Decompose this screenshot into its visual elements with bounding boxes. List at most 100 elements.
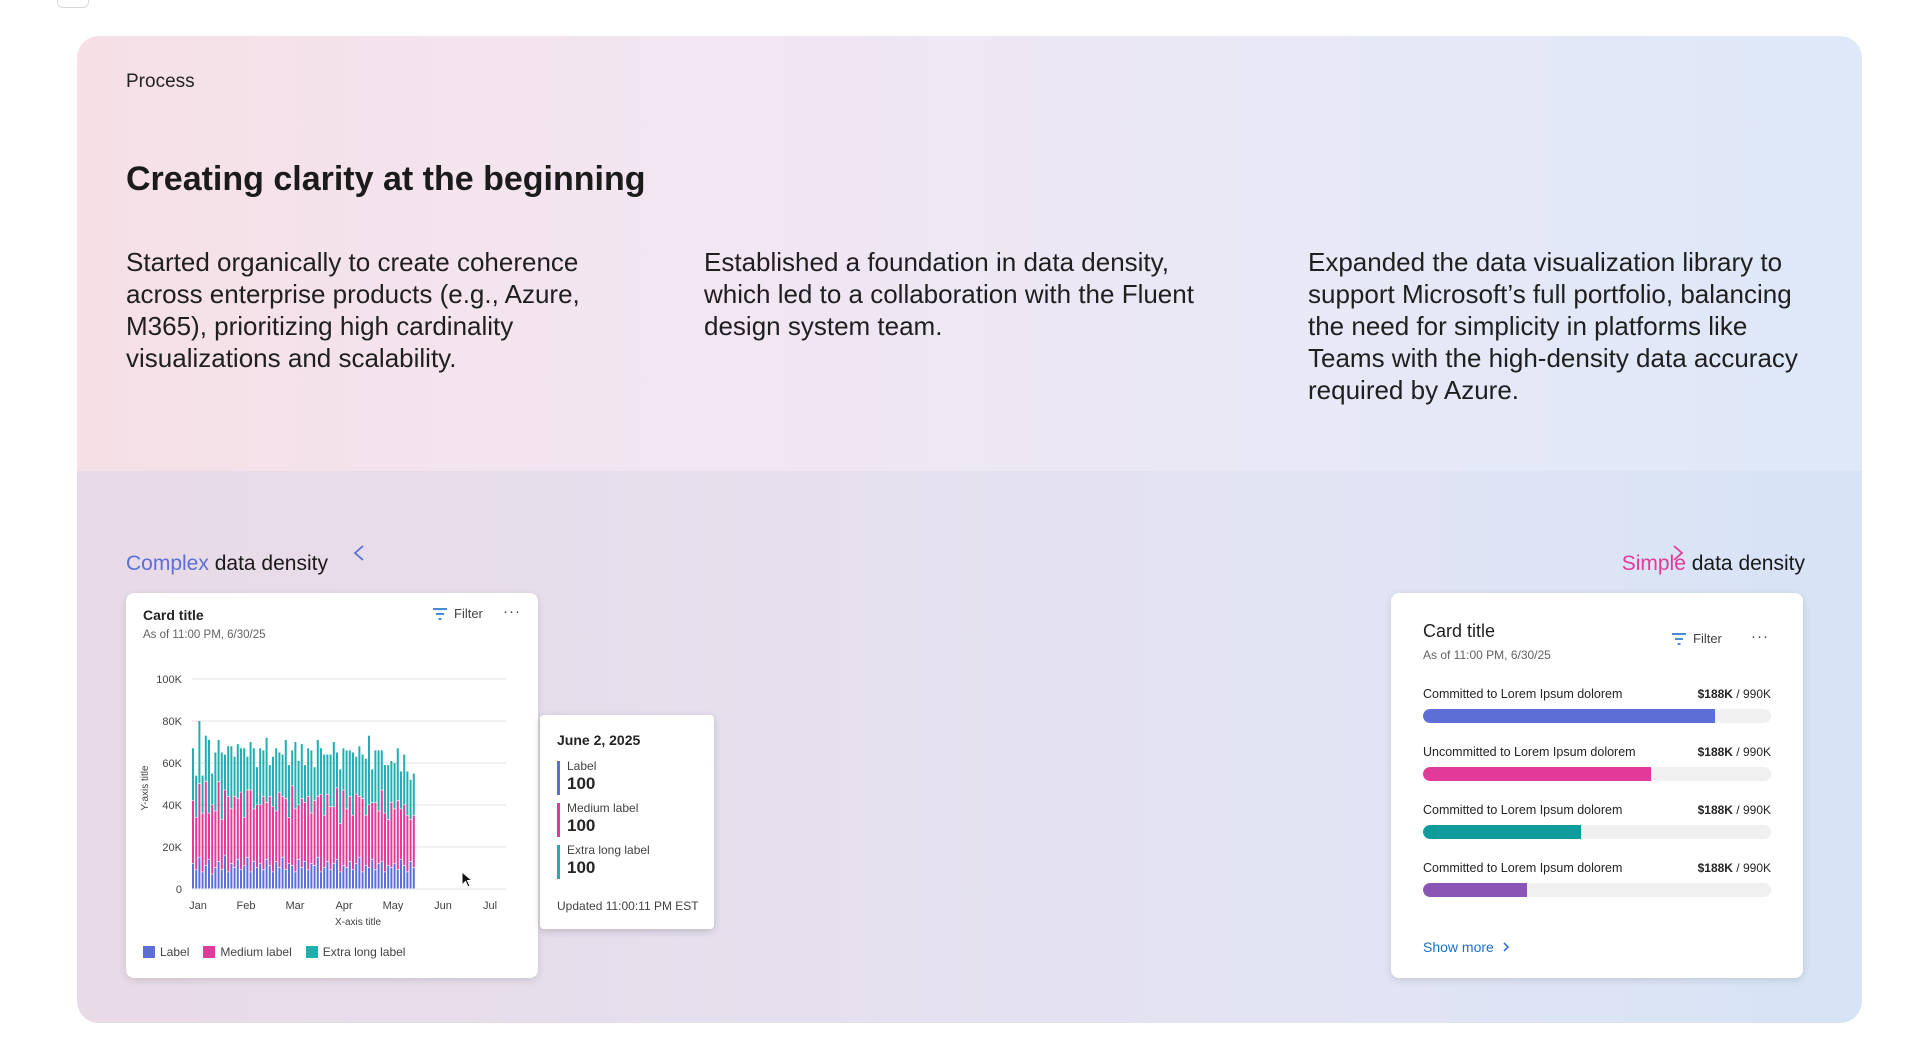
legend-item-medium-label[interactable]: Medium label: [203, 945, 292, 959]
filter-button[interactable]: Filter: [1671, 631, 1722, 646]
bar-segment-extra-long-label: [246, 756, 249, 790]
y-tick-label: 40K: [162, 800, 182, 812]
bar-segment-label: [361, 872, 364, 889]
bar-segment-extra-long-label: [291, 750, 294, 786]
bar-segment-extra-long-label: [208, 739, 210, 813]
show-more-link[interactable]: Show more: [1423, 939, 1510, 955]
bar-segment-label: [339, 872, 342, 889]
bar-segment-medium-label: [393, 809, 396, 864]
complex-keyword: Complex: [126, 552, 209, 575]
bar-segment-label: [326, 861, 329, 889]
legend-item-label[interactable]: Label: [143, 945, 189, 959]
bar-segment-medium-label: [265, 802, 268, 859]
bar-segment-label: [201, 872, 204, 889]
bar-segment-label: [262, 870, 265, 889]
bar-segment-label: [409, 861, 412, 889]
bar-segment-medium-label: [243, 817, 246, 866]
headline: Creating clarity at the beginning: [126, 160, 646, 198]
bar-segment-label: [249, 872, 252, 889]
bar-segment-label: [406, 872, 409, 889]
stacked-bar-chart: 0 20K 40K 60K 80K 100K Jan Feb Mar Apr May Jun Jul X-…: [140, 674, 506, 928]
bar-segment-medium-label: [358, 796, 361, 857]
bar-segment-extra-long-label: [352, 752, 354, 815]
bar-segment-label: [230, 863, 233, 889]
complex-density-label: Complex data density: [126, 552, 328, 576]
complex-chart-card: Card title As of 11:00 PM, 6/30/25 Filte…: [126, 593, 538, 978]
bar-segment-medium-label: [198, 784, 201, 857]
simple-keyword: Simple: [1621, 552, 1686, 575]
bar-segment-label: [288, 863, 290, 889]
bar-segment-medium-label: [211, 805, 214, 874]
progress-track: [1423, 883, 1771, 897]
x-tick-label: Jan: [189, 900, 207, 912]
bar-segment-label: [192, 863, 194, 889]
bar-segment-label: [316, 857, 319, 889]
bar-segment-extra-long-label: [262, 750, 265, 796]
bar-segment-label: [195, 870, 198, 889]
bar-segment-medium-label: [377, 811, 380, 864]
progress-fill: [1423, 767, 1651, 781]
bar-segment-medium-label: [412, 815, 415, 868]
bar-segment-extra-long-label: [281, 754, 284, 796]
bar-segment-medium-label: [320, 794, 322, 872]
more-options-button[interactable]: ···: [1751, 628, 1769, 645]
bar-segment-medium-label: [396, 800, 399, 870]
y-tick-label: 100K: [156, 674, 182, 686]
bar-segment-extra-long-label: [204, 735, 207, 782]
bar-segment-label: [355, 863, 358, 889]
y-axis-title: Y-axis title: [140, 765, 151, 811]
y-tick-label: 20K: [162, 842, 182, 854]
mouse-cursor-icon: [461, 871, 473, 888]
y-tick-label: 60K: [162, 758, 182, 770]
bar-segment-medium-label: [224, 790, 226, 855]
paragraph-1: Started organically to create coherence …: [126, 247, 580, 373]
chevron-right-icon: [1503, 942, 1509, 952]
tooltip-label: Extra long label: [567, 843, 650, 857]
bar-segment-medium-label: [409, 819, 412, 862]
tooltip-value: 100: [567, 858, 596, 877]
bar-segment-extra-long-label: [332, 742, 335, 807]
y-tick-label: 80K: [162, 716, 182, 728]
corner-tab: [57, 0, 89, 8]
progress-label: Uncommitted to Lorem Ipsum dolorem: [1423, 745, 1636, 759]
progress-value: $188K / 990K: [1697, 687, 1771, 701]
bar-segment-label: [272, 872, 274, 889]
bar-segment-extra-long-label: [284, 739, 287, 799]
bar-segment-extra-long-label: [336, 752, 338, 788]
bar-segment-medium-label: [307, 796, 310, 870]
bar-segment-extra-long-label: [371, 769, 374, 803]
bar-segment-label: [252, 861, 255, 889]
legend-item-extra-long-label[interactable]: Extra long label: [305, 945, 405, 959]
bar-segment-label: [336, 859, 338, 889]
y-tick-label: 0: [176, 884, 182, 896]
x-tick-label: Feb: [237, 900, 256, 912]
bar-segment-label: [400, 859, 402, 889]
bar-segment-medium-label: [310, 813, 313, 864]
bar-segment-extra-long-label: [300, 744, 303, 799]
tooltip-updated: Updated 11:00:11 PM EST: [557, 899, 699, 913]
tooltip-item-extra: Extra long label 100: [557, 843, 650, 879]
bar-segment-label: [393, 863, 396, 889]
bar-segment-extra-long-label: [249, 742, 252, 790]
bar-segment-extra-long-label: [275, 748, 278, 811]
bar-segment-medium-label: [339, 823, 342, 872]
section-label: Process: [126, 71, 195, 92]
bar-segment-medium-label: [380, 790, 383, 862]
bar-segment-label: [387, 865, 390, 889]
progress-label: Committed to Lorem Ipsum dolorem: [1423, 803, 1623, 817]
bar-segment-label: [412, 868, 415, 889]
tooltip-color-bar: [557, 803, 560, 837]
progress-track: [1423, 709, 1771, 723]
legend-text: Medium label: [220, 945, 292, 959]
bar-segment-extra-long-label: [342, 748, 345, 790]
bar-segment-medium-label: [323, 815, 326, 868]
card-title: Card title: [1423, 621, 1496, 641]
bar-segment-extra-long-label: [259, 748, 262, 805]
bar-segment-extra-long-label: [403, 754, 406, 805]
bar-segment-medium-label: [236, 798, 239, 859]
progress-value: $188K / 990K: [1697, 745, 1771, 759]
bar-segment-label: [380, 861, 383, 889]
bar-segment-medium-label: [294, 809, 297, 872]
bar-segment-extra-long-label: [409, 779, 412, 820]
bar-segment-label: [204, 865, 207, 889]
